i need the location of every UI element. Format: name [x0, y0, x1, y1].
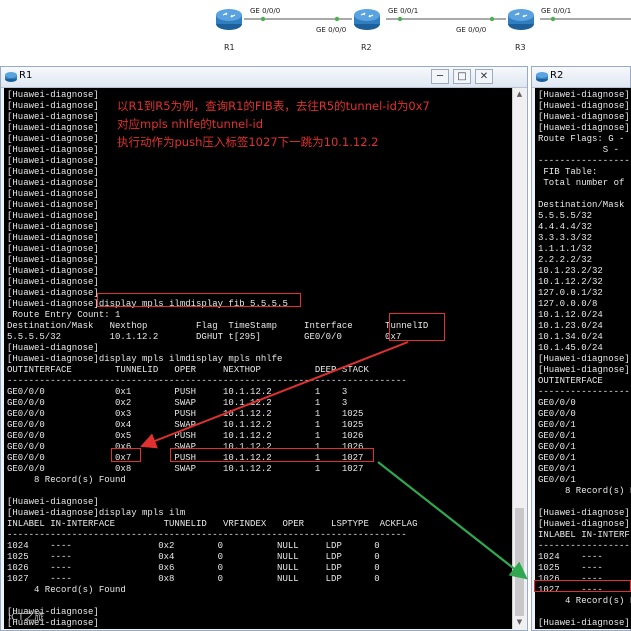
- highlight-r2-1027-box: [534, 580, 631, 592]
- router-label-r1: R1: [224, 43, 235, 52]
- port-label: GE 0/0/0: [250, 7, 281, 15]
- port-dot: [334, 16, 340, 22]
- router-r2-icon[interactable]: [352, 4, 382, 34]
- highlight-push-row-box: [170, 448, 374, 462]
- window-titlebar[interactable]: R2: [532, 67, 630, 88]
- window-title: R1: [19, 70, 33, 81]
- router-window-icon: [536, 72, 548, 82]
- terminal-output[interactable]: [Huawei-diagnose] [Huawei-diagnose] [Hua…: [4, 88, 512, 629]
- annotation-line: 以R1到R5为例，查询R1的FIB表，去往R5的tunnel-id为0x7: [117, 99, 430, 113]
- port-dot: [550, 16, 556, 22]
- scroll-down-icon[interactable]: ▼: [513, 616, 526, 629]
- minimize-button[interactable]: ─: [431, 69, 449, 84]
- watermark: ICT之旅: [8, 612, 45, 623]
- vertical-scrollbar[interactable]: ▲ ▼: [512, 88, 526, 629]
- maximize-button[interactable]: □: [453, 69, 471, 84]
- router-r1-icon[interactable]: [214, 4, 244, 34]
- router-label-r3: R3: [515, 43, 526, 52]
- annotation-line: 对应mpls nhlfe的tunnel-id: [117, 117, 264, 131]
- window-titlebar[interactable]: R1 ─ □ ✕: [1, 67, 527, 88]
- terminal-text: [Huawei-diagnose] [Huawei-diagnose] [Hua…: [538, 90, 631, 628]
- port-label: GE 0/0/1: [541, 7, 572, 15]
- terminal-output[interactable]: [Huawei-diagnose] [Huawei-diagnose] [Hua…: [535, 88, 631, 629]
- annotation-line: 执行动作为push压入标签1027下一跳为10.1.12.2: [117, 135, 379, 149]
- highlight-nhlfe-tunnelid-box: [111, 448, 141, 462]
- terminal-window-r2[interactable]: R2 [Huawei-diagnose] [Huawei-diagnose] […: [531, 66, 631, 631]
- window-title: R2: [550, 70, 564, 81]
- router-r3-icon[interactable]: [506, 4, 536, 34]
- router-label-r2: R2: [361, 43, 372, 52]
- scroll-up-icon[interactable]: ▲: [513, 88, 526, 101]
- port-label: GE 0/0/1: [388, 7, 419, 15]
- port-label: GE 0/0/0: [456, 26, 487, 34]
- port-dot: [397, 16, 403, 22]
- router-window-icon: [5, 72, 17, 82]
- topology-strip: R1 R2 R3 GE 0/0/0 GE 0/0/0 GE 0/0/1 GE 0…: [0, 0, 631, 62]
- highlight-command-box: [97, 293, 301, 307]
- close-button[interactable]: ✕: [475, 69, 493, 84]
- port-label: GE 0/0/0: [316, 26, 347, 34]
- port-dot: [260, 16, 266, 22]
- port-dot: [489, 16, 495, 22]
- scroll-thumb[interactable]: [515, 508, 524, 616]
- terminal-text: [Huawei-diagnose] [Huawei-diagnose] [Hua…: [7, 90, 429, 628]
- highlight-tunnelid-box: [389, 313, 445, 341]
